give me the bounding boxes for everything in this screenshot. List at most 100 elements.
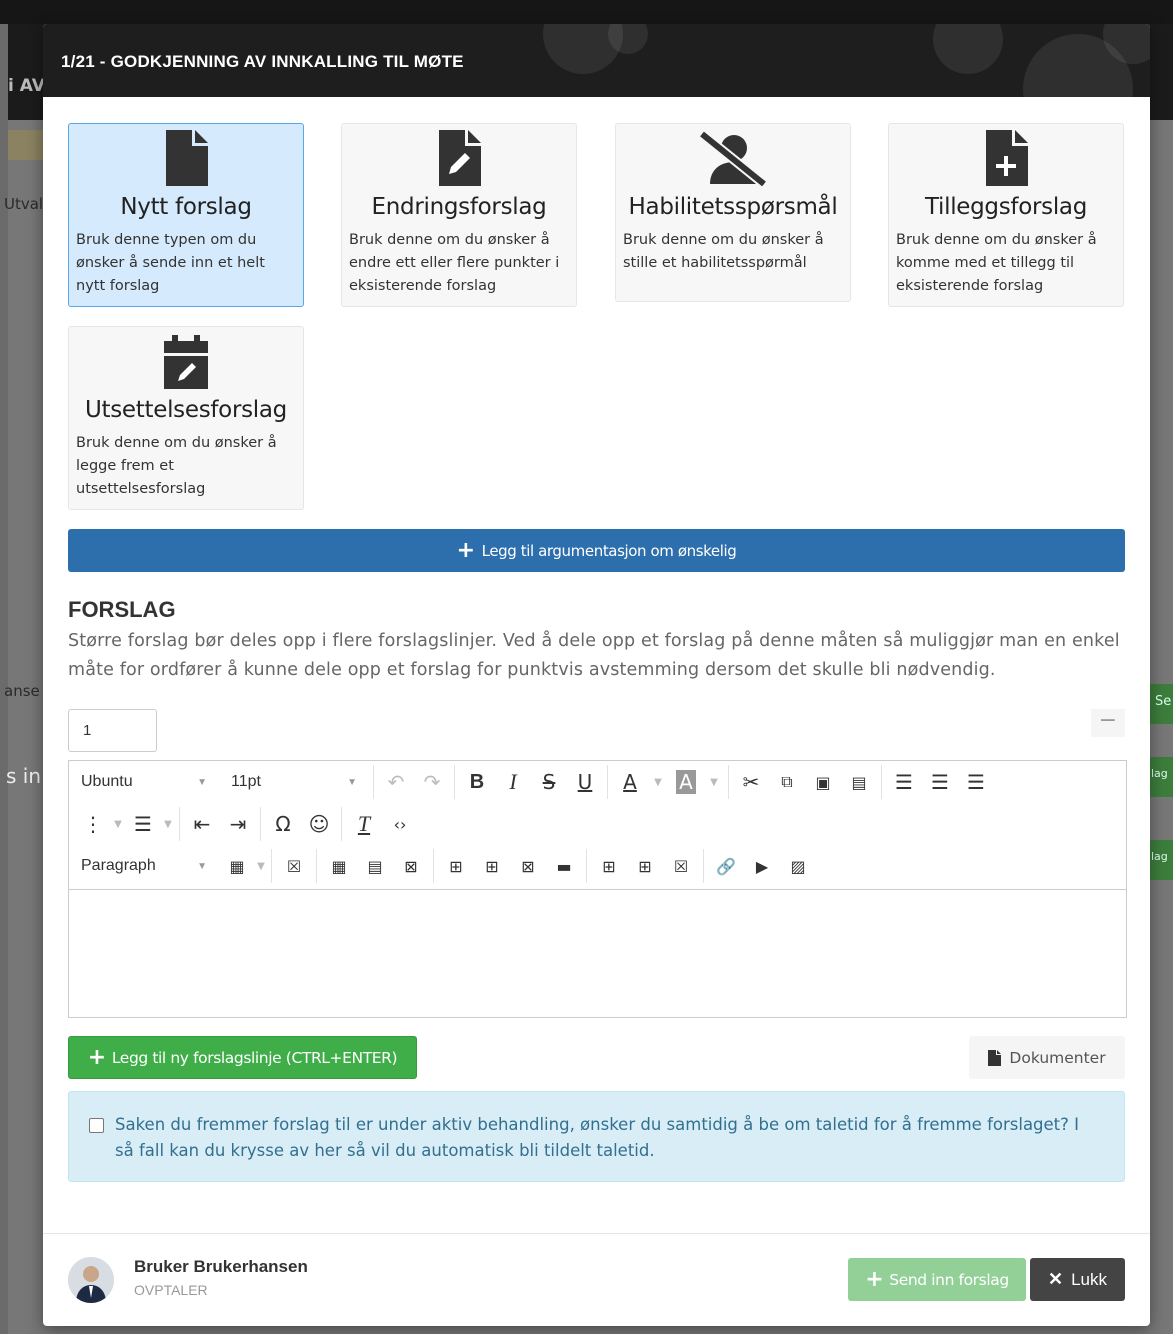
plus-icon: + [865, 1266, 884, 1292]
paste-text-icon[interactable]: ▤ [841, 763, 877, 801]
avatar [68, 1257, 114, 1303]
modal-footer: Bruker Brukerhansen OVPTALER + Send inn … [43, 1233, 1150, 1326]
background-strip [8, 130, 48, 160]
indent-icon[interactable]: ⇥ [220, 805, 256, 843]
type-card-utsettelsesforslag[interactable]: Utsettelsesforslag Bruk denne om du ønsk… [68, 326, 304, 510]
add-argumentation-button[interactable]: + Legg til argumentasjon om ønskelig [68, 529, 1125, 572]
redo-icon[interactable]: ↷ [414, 763, 450, 801]
background-header-fragment: i AV [8, 76, 45, 96]
cell-properties-icon[interactable]: ▦ [321, 847, 357, 885]
background-green-button: Se [1149, 684, 1173, 724]
special-character-icon[interactable]: Ω [265, 805, 301, 843]
caret-down-icon[interactable]: ▼ [704, 763, 724, 801]
strikethrough-icon[interactable]: S [531, 763, 567, 801]
file-icon [988, 1049, 1002, 1066]
emoticon-icon[interactable]: ☺ [301, 805, 337, 843]
close-icon: ✕ [1047, 1269, 1064, 1289]
insert-row-after-icon[interactable]: ⊞ [474, 847, 510, 885]
speak-request-checkbox[interactable] [89, 1118, 104, 1133]
documents-button[interactable]: Dokumenter [969, 1036, 1125, 1079]
link-icon[interactable]: 🔗 [708, 847, 744, 885]
send-proposal-button[interactable]: + Send inn forslag [848, 1258, 1026, 1301]
type-name: Endringsforslag [371, 194, 547, 220]
type-description: Bruk denne om du ønsker å legge frem et … [76, 435, 277, 497]
block-format-select[interactable]: Paragraph ▼ [69, 845, 219, 887]
outdent-icon[interactable]: ⇤ [184, 805, 220, 843]
type-description: Bruk denne typen om du ønsker å sende in… [76, 232, 265, 294]
modal-title: 1/21 - GODKJENNING AV INNKALLING TIL MØT… [61, 52, 464, 71]
delete-table-icon[interactable]: ☒ [276, 847, 312, 885]
type-name: Habilitetsspørsmål [628, 194, 838, 220]
type-description: Bruk denne om du ønsker å endre ett elle… [349, 232, 560, 294]
plus-icon: + [87, 1044, 106, 1070]
button-label: Legg til ny forslagslinje (CTRL+ENTER) [111, 1048, 398, 1067]
bullet-list-icon[interactable]: ☰ [125, 805, 161, 843]
calendar-edit-icon [164, 335, 208, 389]
speak-request-text: Saken du fremmer forslag til er under ak… [115, 1115, 1080, 1160]
caret-down-icon[interactable]: ▼ [255, 847, 267, 885]
insert-column-before-icon[interactable]: ⊞ [591, 847, 627, 885]
cut-icon[interactable]: ✂ [733, 763, 769, 801]
type-name: Utsettelsesforslag [85, 397, 287, 423]
proposal-modal: 1/21 - GODKJENNING AV INNKALLING TIL MØT… [43, 24, 1150, 1326]
font-family-select[interactable]: Ubuntu ▼ [69, 761, 219, 803]
caret-down-icon[interactable]: ▼ [648, 763, 668, 801]
button-label: Dokumenter [1009, 1048, 1106, 1067]
file-plus-icon [986, 130, 1028, 186]
background-green-button: lag [1149, 757, 1173, 797]
copy-icon[interactable]: ⧉ [769, 763, 805, 801]
type-card-nytt-forslag[interactable]: Nytt forslag Bruk denne typen om du ønsk… [68, 123, 304, 307]
background-color-icon[interactable]: A [668, 763, 704, 801]
split-cell-icon[interactable]: ⊠ [393, 847, 429, 885]
font-size-select[interactable]: 11pt ▼ [219, 761, 369, 803]
caret-down-icon: ▼ [347, 776, 357, 788]
background-fragment: s in [6, 764, 42, 788]
delete-column-icon[interactable]: ☒ [663, 847, 699, 885]
table-icon[interactable]: ▦ [219, 847, 255, 885]
user-role: OVPTALER [134, 1282, 208, 1298]
media-icon[interactable]: ▶ [744, 847, 780, 885]
insert-column-after-icon[interactable]: ⊞ [627, 847, 663, 885]
merge-cells-icon[interactable]: ▤ [357, 847, 393, 885]
underline-icon[interactable]: U [567, 763, 603, 801]
italic-icon[interactable]: I [495, 763, 531, 801]
ordered-list-icon[interactable]: ⋮ [75, 805, 111, 843]
user-name: Bruker Brukerhansen [134, 1257, 308, 1276]
clear-formatting-icon[interactable]: T [346, 805, 382, 843]
remove-line-button[interactable]: − [1091, 709, 1125, 737]
section-title: FORSLAG [68, 597, 176, 622]
caret-down-icon[interactable]: ▼ [111, 805, 125, 843]
paste-icon[interactable]: ▣ [805, 763, 841, 801]
image-icon[interactable]: ▨ [780, 847, 816, 885]
row-properties-icon[interactable]: ▬ [546, 847, 582, 885]
type-name: Nytt forslag [120, 194, 252, 220]
button-label: Legg til argumentasjon om ønskelig [481, 541, 737, 560]
file-icon [166, 130, 208, 186]
type-card-endringsforslag[interactable]: Endringsforslag Bruk denne om du ønsker … [341, 123, 577, 307]
insert-row-before-icon[interactable]: ⊞ [438, 847, 474, 885]
section-description: Større forslag bør deles opp i flere for… [68, 631, 1120, 680]
align-left-icon[interactable]: ☰ [886, 763, 922, 801]
background-topbar [0, 0, 1173, 24]
add-proposal-line-button[interactable]: + Legg til ny forslagslinje (CTRL+ENTER) [68, 1036, 417, 1079]
source-code-icon[interactable]: ‹› [382, 805, 418, 843]
editor-content-area[interactable] [69, 889, 1126, 1017]
line-number-input[interactable] [68, 709, 157, 752]
button-label: Lukk [1071, 1269, 1107, 1289]
background-fragment: Utval [4, 195, 44, 213]
plus-icon: + [456, 537, 475, 563]
bold-icon[interactable]: B [459, 763, 495, 801]
type-card-habilitetssporsmal[interactable]: Habilitetsspørsmål Bruk denne om du ønsk… [615, 123, 851, 302]
close-button[interactable]: ✕ Lukk [1030, 1258, 1125, 1301]
caret-down-icon[interactable]: ▼ [161, 805, 175, 843]
toolbar-row-2: ⋮ ▼ ☰ ▼ ⇤ ⇥ Ω ☺ T ‹› [69, 803, 418, 845]
type-name: Tilleggsforslag [924, 194, 1088, 220]
align-center-icon[interactable]: ☰ [922, 763, 958, 801]
align-right-icon[interactable]: ☰ [958, 763, 994, 801]
delete-row-icon[interactable]: ⊠ [510, 847, 546, 885]
modal-header: 1/21 - GODKJENNING AV INNKALLING TIL MØT… [43, 24, 1150, 97]
text-color-icon[interactable]: A [612, 763, 648, 801]
undo-icon[interactable]: ↶ [378, 763, 414, 801]
type-card-tilleggsforslag[interactable]: Tilleggsforslag Bruk denne om du ønsker … [888, 123, 1124, 307]
button-label: Send inn forslag [889, 1270, 1009, 1289]
